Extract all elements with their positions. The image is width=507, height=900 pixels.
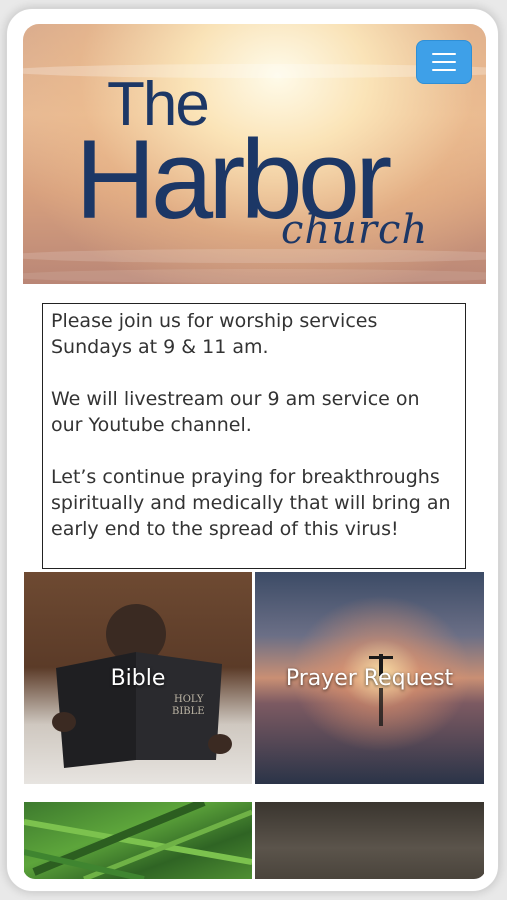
svg-text:BIBLE: BIBLE xyxy=(172,706,205,717)
bible-label: Bible xyxy=(110,666,166,691)
banner-wave xyxy=(23,269,486,283)
hamburger-menu-icon xyxy=(432,61,456,63)
dark-tile[interactable] xyxy=(255,802,484,879)
prayer-request-tile[interactable]: Prayer Request xyxy=(255,572,484,784)
announcement-livestream: We will livestream our 9 am service on o… xyxy=(51,388,420,436)
svg-text:HOLY: HOLY xyxy=(174,694,204,705)
hamburger-menu-icon xyxy=(432,53,456,55)
grass-tile[interactable] xyxy=(24,802,252,879)
logo-church: church xyxy=(281,207,429,253)
announcement-box: Please join us for worship services Sund… xyxy=(42,303,466,569)
prayer-request-label: Prayer Request xyxy=(285,666,454,691)
menu-button[interactable] xyxy=(416,40,472,84)
header-banner: The Harbor church xyxy=(23,24,486,284)
screen: The Harbor church Please join us for wor… xyxy=(23,24,486,879)
bible-tile[interactable]: HOLY BIBLE Bible xyxy=(24,572,252,784)
hamburger-menu-icon xyxy=(432,69,456,71)
announcement-prayer: Let’s continue praying for breakthroughs… xyxy=(51,466,451,540)
announcement-services: Please join us for worship services Sund… xyxy=(51,310,378,358)
grass-image xyxy=(24,802,252,879)
